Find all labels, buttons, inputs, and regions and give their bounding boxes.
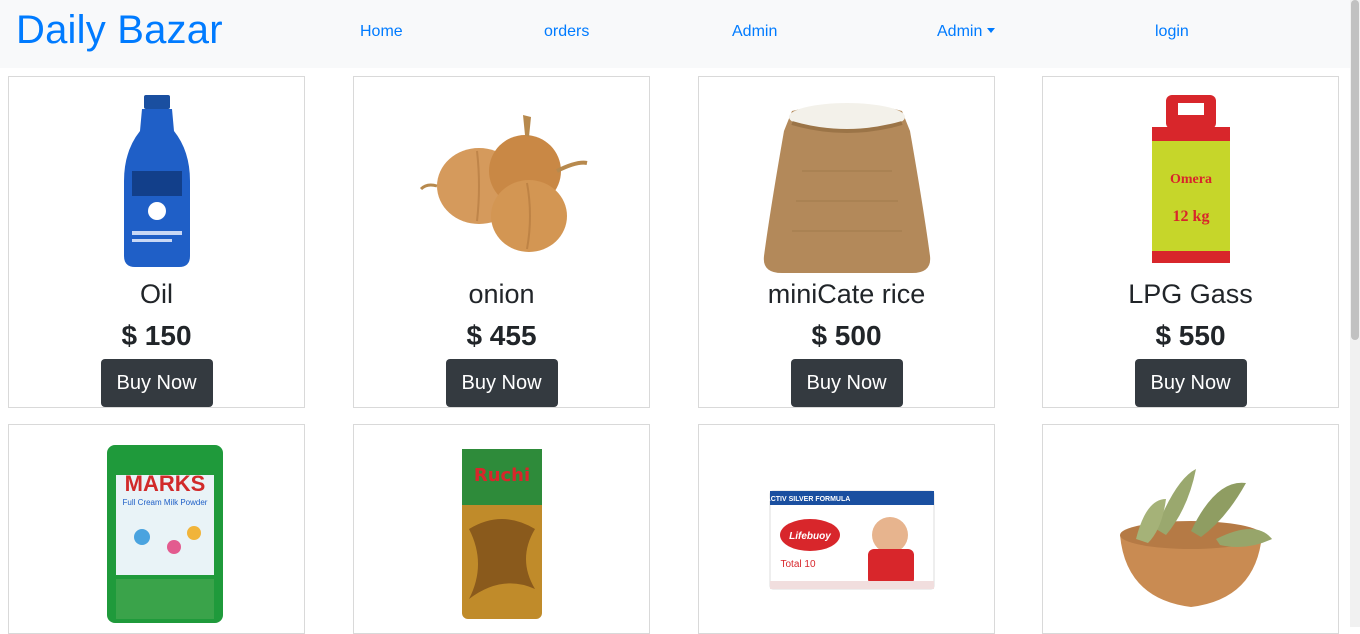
svg-text:12 kg: 12 kg [1172,208,1209,225]
svg-text:Full Cream Milk Powder: Full Cream Milk Powder [122,498,207,507]
product-price: $ 550 [1155,320,1226,351]
svg-text:MARKS: MARKS [124,471,205,496]
brand-logo[interactable]: Daily Bazar [16,8,223,53]
product-card: MARKS Full Cream Milk Powder [8,424,305,634]
svg-text:Ruchi: Ruchi [473,465,529,486]
soap-image: ACTIV SILVER FORMULA Lifebuoy Total 10 [752,439,942,629]
oil-bottle-image [62,91,252,276]
caret-down-icon [987,28,996,33]
product-card: miniCate rice $ 500 Buy Now [698,76,995,408]
nav-admin-dropdown[interactable]: Admin [937,23,996,41]
nav-admin[interactable]: Admin [732,23,777,41]
product-card: ACTIV SILVER FORMULA Lifebuoy Total 10 [698,424,995,634]
nav-home[interactable]: Home [360,23,403,41]
product-price: $ 150 [121,320,192,351]
chanachur-image: Ruchi [407,439,597,629]
svg-text:Total 10: Total 10 [780,559,815,570]
rice-sack-image [752,91,942,276]
svg-text:Omera: Omera [1170,172,1212,187]
product-card: Omera 12 kg LPG Gass $ 550 Buy Now [1042,76,1339,408]
product-name: miniCate rice [767,279,926,309]
product-name: Oil [140,279,173,309]
product-card [1042,424,1339,634]
nav-admin-dropdown-label: Admin [937,23,983,40]
product-price: $ 500 [811,320,882,351]
onion-image [407,91,597,276]
buy-now-button[interactable]: Buy Now [445,359,558,407]
product-name: LPG Gass [1128,279,1253,309]
svg-text:Lifebuoy: Lifebuoy [789,531,831,542]
nav-orders[interactable]: orders [544,23,589,41]
navbar: Daily Bazar Home orders Admin Admin logi… [0,0,1350,68]
scrollbar-thumb[interactable] [1351,0,1359,340]
buy-now-button[interactable]: Buy Now [790,359,903,407]
nav-login[interactable]: login [1155,23,1189,41]
bay-leaf-image [1096,439,1286,629]
page-scrollbar[interactable] [1350,0,1360,627]
product-card: Ruchi [353,424,650,634]
buy-now-button[interactable]: Buy Now [100,359,213,407]
milk-powder-image: MARKS Full Cream Milk Powder [62,439,252,629]
product-card: Oil $ 150 Buy Now [8,76,305,408]
buy-now-button[interactable]: Buy Now [1134,359,1247,407]
svg-text:ACTIV SILVER FORMULA: ACTIV SILVER FORMULA [765,496,850,503]
lpg-cylinder-image: Omera 12 kg [1096,91,1286,276]
product-card: onion $ 455 Buy Now [353,76,650,408]
product-price: $ 455 [466,320,537,351]
product-name: onion [468,279,535,309]
